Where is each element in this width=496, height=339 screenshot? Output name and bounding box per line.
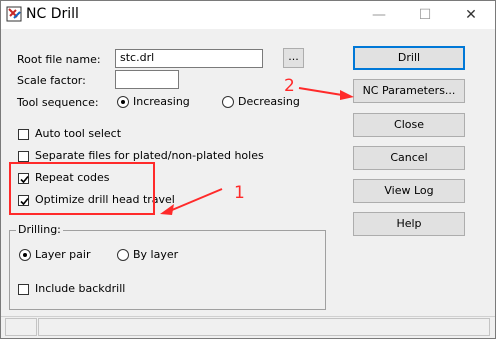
- annotation-arrow-2: [298, 87, 343, 96]
- annotation-label-2: 2: [284, 76, 295, 96]
- annotation-label-1: 1: [234, 183, 245, 203]
- annotation-arrows: [160, 87, 354, 215]
- annotation-arrow-1: [171, 188, 223, 211]
